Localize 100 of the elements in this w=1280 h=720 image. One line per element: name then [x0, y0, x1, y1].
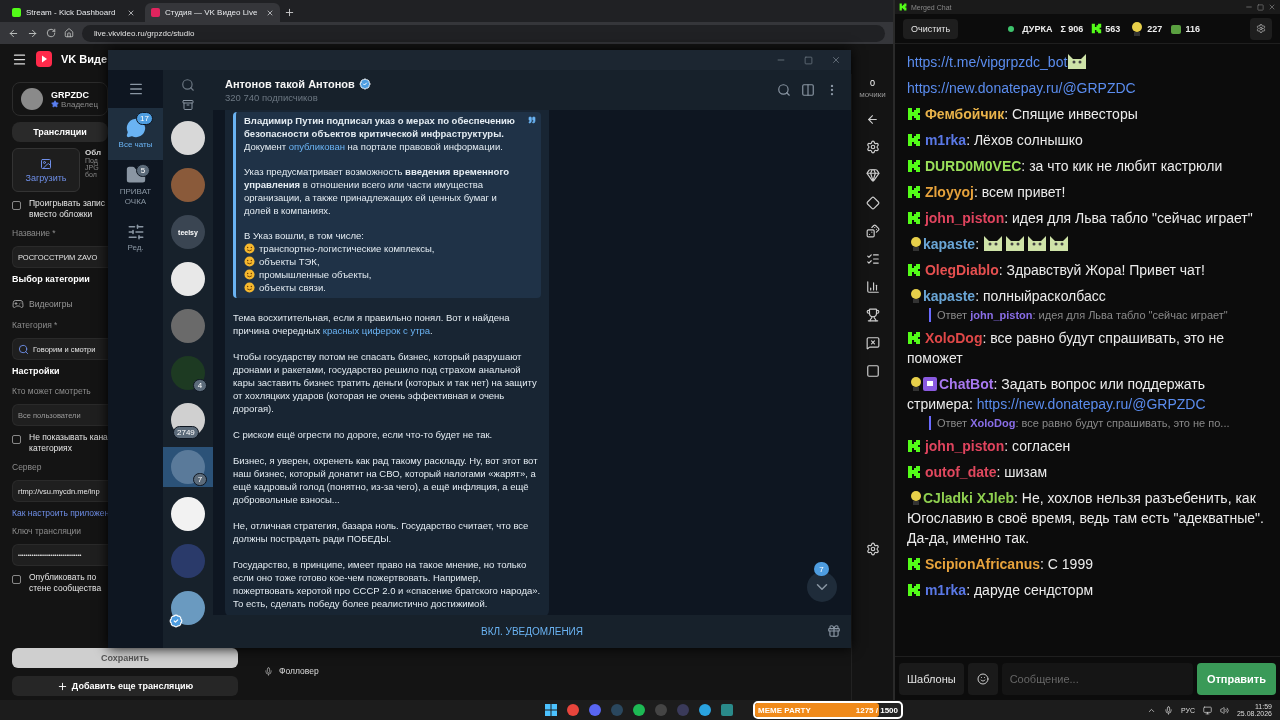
browser-tab[interactable]: Студия — VK Видео Live [145, 3, 280, 22]
verified-icon [358, 77, 371, 90]
gift-icon[interactable] [827, 624, 841, 638]
dice-icon[interactable] [865, 224, 880, 238]
message-paragraph: Тема восхитительная, если я правильно понял. Вот и найдена причина очередных красных циферок с утра. [233, 311, 511, 337]
link[interactable]: https://new.donatepay.ru/@GRPZDC [976, 396, 1206, 412]
checkbox-label: Проигрывать запис вместо обложки [29, 198, 107, 220]
site-icon [12, 8, 21, 17]
mic-icon[interactable] [1163, 705, 1173, 715]
chat-item[interactable]: 7 [163, 447, 213, 487]
home-icon[interactable] [64, 28, 74, 38]
scroll-down-button[interactable] [807, 572, 837, 602]
viewer-count: 116 [1185, 23, 1200, 34]
field-label: Сервер [12, 462, 43, 474]
folder-tab[interactable]: 5 ПРИВАТ ОЧКА [108, 160, 163, 212]
chat-message: DURD0M0VEC: за что кик не любит кастрюли [907, 156, 1268, 176]
settings-button[interactable] [1250, 17, 1272, 40]
back-icon[interactable] [8, 27, 19, 39]
monitor-icon[interactable] [1202, 705, 1212, 715]
avatar [171, 262, 205, 296]
checkbox[interactable] [12, 575, 21, 584]
chart-icon[interactable] [865, 280, 880, 294]
list-intro: В Указ вошли, в том числе: [244, 229, 365, 242]
message-paragraph: Чтобы государству потом не спасать бизнес, который разрушают дронами и ракетами, государство решило под страхом анальной кары заставить бизнес тратить деньги (которых и так нет) на защиту от хохляцких ударов (которая не очень эффективная и очень дорогая). [233, 350, 538, 415]
message-input[interactable]: Сообщение... [1001, 662, 1193, 695]
music-app-icon[interactable] [633, 704, 645, 716]
plus-icon [56, 680, 68, 692]
diamond-icon[interactable] [865, 196, 880, 210]
cat-emote-image [1048, 234, 1069, 252]
reload-icon[interactable] [46, 28, 56, 38]
app-icon[interactable] [721, 704, 733, 716]
send-button[interactable]: Отправить [1196, 662, 1276, 695]
close-icon[interactable] [1268, 3, 1276, 11]
menu-icon[interactable] [12, 51, 27, 67]
close-icon[interactable] [266, 8, 274, 17]
chat-message: Фембойчик: Спящие инвесторы [907, 104, 1268, 124]
checkbox[interactable] [12, 201, 21, 210]
search-icon[interactable] [777, 83, 791, 97]
close-icon[interactable] [831, 55, 841, 65]
archive-icon[interactable] [182, 99, 194, 111]
gem-icon[interactable] [865, 168, 880, 182]
settings-icon[interactable] [865, 542, 880, 556]
link[interactable]: https://new.donatepay.ru/@GRPZDC [907, 80, 1136, 96]
cat-emote-image [1004, 234, 1025, 252]
start-icon[interactable] [545, 704, 557, 716]
cat-emote-image [1067, 52, 1088, 70]
profile-card[interactable]: GRPZDC Владелец [12, 82, 108, 116]
play-logo-icon [36, 51, 52, 67]
add-stream-button[interactable]: Добавить еще трансляцию [12, 676, 238, 696]
image-icon [40, 157, 52, 170]
channel-name: ДУРКА [1022, 23, 1053, 34]
chat-app-icon[interactable] [589, 704, 601, 716]
checkbox[interactable] [12, 435, 21, 444]
emoji-button[interactable] [967, 662, 998, 695]
category-option[interactable]: Видеоигры [29, 299, 73, 309]
settings-icon[interactable] [865, 140, 880, 154]
close-icon[interactable] [127, 8, 135, 17]
list-icon[interactable] [865, 252, 880, 266]
trophy-icon[interactable] [865, 308, 880, 322]
cat-emote-image [982, 234, 1003, 252]
kick-logo-icon [907, 211, 921, 225]
browser-tab[interactable]: Stream - Kick Dashboard [6, 3, 141, 22]
square-icon[interactable] [865, 364, 880, 378]
list-item: объекты связи. [259, 281, 326, 294]
upload-button[interactable]: Загрузить [12, 148, 80, 192]
sidebar-icon[interactable] [801, 83, 815, 97]
back-icon[interactable] [866, 113, 879, 126]
link[interactable]: https://t.me/vipgrpzdc_bot [907, 54, 1068, 70]
menu-icon[interactable] [127, 81, 144, 97]
kick-logo-icon [907, 439, 921, 453]
reply-preview: Ответ john_piston: идея для Льва табло "сейчас играет" [929, 308, 1268, 322]
new-tab-icon[interactable] [284, 7, 295, 18]
clear-button[interactable]: Очистить [903, 18, 959, 39]
chat-message: ChatBot: Задать вопрос или поддержать стримера: https://new.donatepay.ru/@GRPZDC [907, 375, 1207, 414]
status-dot-icon [1008, 25, 1015, 32]
chat-item[interactable]: 2749 [163, 400, 213, 440]
list-item: транспортно-логистические комплексы, [259, 242, 435, 255]
tab[interactable]: Трансляции [12, 122, 108, 142]
avatar [171, 168, 205, 202]
chat-item[interactable]: 4 [163, 353, 213, 393]
address-bar[interactable]: live.vkvideo.ru/grpzdc/studio [82, 24, 885, 42]
volume-icon[interactable] [1219, 705, 1229, 715]
smiley-emoji-icon [244, 243, 255, 254]
templates-button[interactable]: Шаблоны [899, 662, 964, 695]
link[interactable]: опубликован [288, 141, 345, 152]
chat-message: OlegDiablo: Здравствуй Жора! Привет чат! [907, 260, 1268, 280]
sliders-icon [126, 223, 145, 241]
list-item: промышленные объекты, [259, 268, 372, 281]
notifications-button[interactable]: ВКЛ. УВЕДОМЛЕНИЯ [474, 625, 590, 638]
browser-app-icon[interactable] [567, 704, 579, 716]
forward-icon[interactable] [27, 27, 38, 39]
messenger-app-icon[interactable] [699, 704, 711, 716]
avatar [21, 88, 43, 110]
kick-logo-icon [907, 331, 921, 345]
save-button[interactable]: Сохранить [12, 648, 238, 668]
search-icon[interactable] [181, 78, 195, 92]
message-cross-icon[interactable] [865, 336, 880, 350]
stat-value: 0 [870, 78, 875, 88]
folder-tab[interactable]: 17 Все чаты [108, 108, 163, 160]
folder-tab[interactable]: Ред. [108, 212, 163, 264]
